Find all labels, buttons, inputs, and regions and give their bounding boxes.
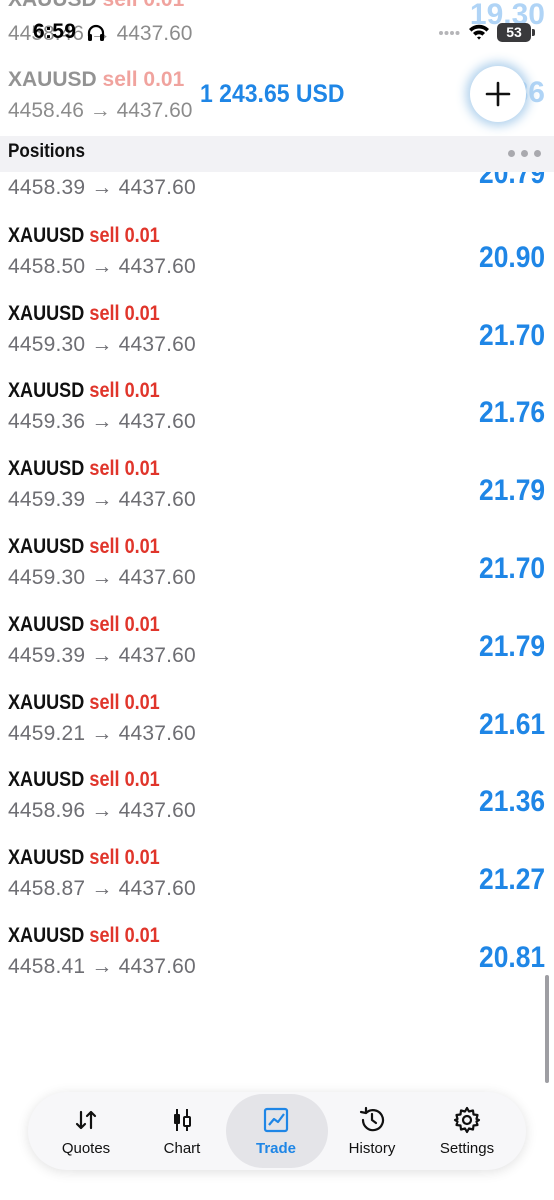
position-side: sell 0.01 [89, 768, 160, 791]
position-profit: 21.79 [478, 630, 545, 663]
trade-chart-icon [263, 1107, 289, 1133]
position-symbol: XAUUSD [8, 457, 85, 480]
position-row[interactable]: XAUUSD sell 0.01 4459.39 → 4437.60 21.79 [0, 455, 554, 533]
position-row[interactable]: XAUUSD sell 0.01 4459.36 → 4437.60 21.76 [0, 377, 554, 455]
tab-label: Settings [439, 1140, 495, 1157]
position-prices: 4458.96 → 4437.60 [8, 799, 196, 822]
trade-screen: 4458.39 → 4437.60 20.79 XAUUSD sell 0.01 … [0, 0, 554, 1200]
position-side: sell 0.01 [89, 457, 160, 480]
position-title: XAUUSD sell 0.01 [8, 922, 160, 950]
tab-label: Quotes [61, 1140, 111, 1157]
position-prices: 4458.87 → 4437.60 [8, 877, 196, 900]
tab-bar: Quotes Chart Trade History Settings [28, 1092, 526, 1170]
position-title: XAUUSD sell 0.01 [8, 455, 160, 483]
tab-settings[interactable]: Settings [419, 1092, 515, 1170]
status-bar: 6:59 53 [0, 14, 554, 54]
position-row[interactable]: XAUUSD sell 0.01 4458.96 → 4437.60 21.36 [0, 766, 554, 844]
top-header: XAUUSD sell 0.01 4458.46 → 4437.60 19.30… [0, 0, 554, 136]
position-row[interactable]: XAUUSD sell 0.01 4458.41 → 4437.60 20.81 [0, 922, 554, 1000]
cellular-signal-icon [439, 31, 460, 35]
position-profit: 20.81 [478, 941, 545, 974]
position-row[interactable]: XAUUSD sell 0.01 4459.39 → 4437.60 21.79 [0, 611, 554, 689]
position-profit: 21.76 [478, 396, 545, 429]
position-symbol: XAUUSD [8, 691, 85, 714]
battery-icon: 53 [497, 23, 531, 42]
status-time: 6:59 [33, 20, 77, 43]
position-title: XAUUSD sell 0.01 [8, 222, 160, 250]
position-prices: 4459.39 → 4437.60 [8, 644, 196, 667]
position-side: sell 0.01 [89, 224, 160, 247]
quotes-arrows-icon [75, 1110, 97, 1130]
positions-section-header: Positions [0, 136, 554, 172]
history-clock-icon [359, 1106, 385, 1132]
position-symbol: XAUUSD [8, 924, 85, 947]
position-symbol: XAUUSD [8, 768, 85, 791]
wifi-icon [469, 24, 489, 40]
position-row[interactable]: XAUUSD sell 0.01 4459.30 → 4437.60 21.70 [0, 300, 554, 378]
position-prices: 4458.50 → 4437.60 [8, 255, 196, 278]
battery-nub [532, 29, 535, 36]
position-symbol: XAUUSD [8, 846, 85, 869]
tab-trade[interactable]: Trade [226, 1092, 328, 1170]
position-symbol: XAUUSD [8, 224, 85, 247]
position-side: sell 0.01 [89, 613, 160, 636]
position-title: XAUUSD sell 0.01 [8, 611, 160, 639]
ghost-row: XAUUSD sell 0.01 [8, 0, 184, 12]
gear-icon [453, 1106, 481, 1134]
position-title: XAUUSD sell 0.01 [8, 766, 160, 794]
position-symbol: XAUUSD [8, 535, 85, 558]
position-prices: 4459.21 → 4437.60 [8, 722, 196, 745]
position-profit: 21.79 [478, 474, 545, 507]
position-profit: 21.70 [478, 552, 545, 585]
tab-history[interactable]: History [324, 1092, 420, 1170]
position-title: XAUUSD sell 0.01 [8, 689, 160, 717]
tab-chart[interactable]: Chart [134, 1092, 230, 1170]
account-balance[interactable]: 1 243.65 USD [200, 78, 344, 110]
new-order-button[interactable] [470, 66, 526, 122]
position-row[interactable]: XAUUSD sell 0.01 4458.50 → 4437.60 20.90 [0, 222, 554, 300]
plus-icon [485, 81, 511, 107]
position-prices: 4459.30 → 4437.60 [8, 333, 196, 356]
candlestick-icon [174, 1109, 191, 1131]
position-symbol: XAUUSD [8, 613, 85, 636]
section-title: Positions [8, 141, 85, 162]
scrollbar[interactable] [545, 975, 549, 1083]
position-row[interactable]: XAUUSD sell 0.01 4459.21 → 4437.60 21.61 [0, 689, 554, 767]
position-side: sell 0.01 [89, 302, 160, 325]
position-side: sell 0.01 [89, 691, 160, 714]
position-prices: 4459.39 → 4437.60 [8, 488, 196, 511]
tab-label: Chart [163, 1140, 201, 1157]
position-symbol: XAUUSD [8, 379, 85, 402]
position-profit: 21.61 [478, 708, 545, 741]
headphones-icon [87, 24, 105, 41]
position-profit: 21.70 [478, 319, 545, 352]
position-side: sell 0.01 [89, 535, 160, 558]
position-title: XAUUSD sell 0.01 [8, 844, 160, 872]
position-title: XAUUSD sell 0.01 [8, 377, 160, 405]
position-prices: 4459.36 → 4437.60 [8, 410, 196, 433]
position-prices: 4458.39 → 4437.60 [8, 176, 196, 199]
tab-label: Trade [255, 1140, 297, 1157]
position-row[interactable]: XAUUSD sell 0.01 4458.87 → 4437.60 21.27 [0, 844, 554, 922]
position-prices: 4458.41 → 4437.60 [8, 955, 196, 978]
position-side: sell 0.01 [89, 924, 160, 947]
position-symbol: XAUUSD [8, 302, 85, 325]
position-title: XAUUSD sell 0.01 [8, 300, 160, 328]
position-row[interactable]: XAUUSD sell 0.01 4459.30 → 4437.60 21.70 [0, 533, 554, 611]
position-title: XAUUSD sell 0.01 [8, 533, 160, 561]
tab-label: History [348, 1140, 396, 1157]
position-side: sell 0.01 [89, 379, 160, 402]
position-prices: 4459.30 → 4437.60 [8, 566, 196, 589]
position-side: sell 0.01 [89, 846, 160, 869]
ghost-row: XAUUSD sell 0.01 [8, 68, 185, 91]
position-profit: 20.90 [478, 241, 545, 274]
position-profit: 21.36 [478, 785, 545, 818]
position-profit: 21.27 [478, 863, 545, 896]
tab-quotes[interactable]: Quotes [38, 1092, 134, 1170]
ghost-row-prices: 4458.46 → 4437.60 [8, 99, 193, 122]
more-icon[interactable] [508, 150, 544, 158]
